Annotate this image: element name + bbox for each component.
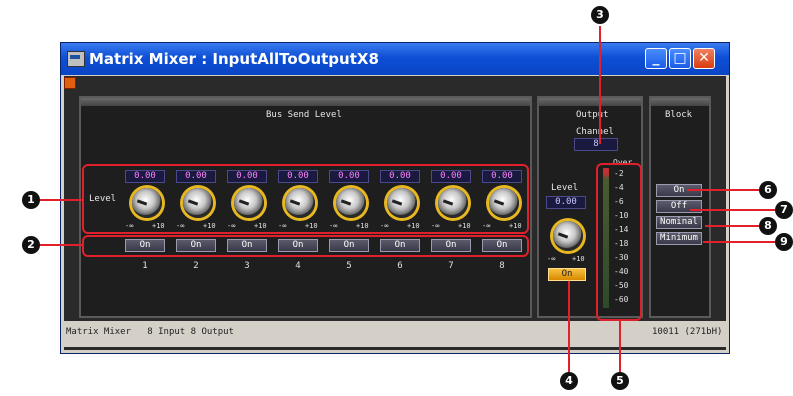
block-off-button[interactable]: Off — [656, 200, 702, 213]
status-text: Matrix Mixer 8 Input 8 Output — [66, 327, 234, 337]
panel-header — [539, 98, 641, 106]
status-address: 10011 (271bH) — [652, 327, 723, 337]
output-scale-min: -∞ — [547, 255, 556, 263]
bus-channel-number-2: 2 — [193, 261, 199, 271]
output-level-knob[interactable] — [553, 221, 583, 251]
output-level-label: Level — [551, 183, 579, 193]
callout-3: 3 — [591, 6, 609, 24]
callout-2: 2 — [22, 236, 40, 254]
title-bar[interactable]: Matrix Mixer : InputAllToOutputX8 _ □ ✕ — [61, 43, 729, 75]
channel-label: Channel — [576, 127, 614, 137]
maximize-button[interactable]: □ — [669, 48, 691, 69]
bus-channel-number-8: 8 — [499, 261, 505, 271]
panel-header — [81, 98, 530, 106]
callout-1: 1 — [22, 191, 40, 209]
callout-line-2 — [36, 244, 84, 246]
app-icon — [67, 51, 85, 67]
channel-value[interactable]: 8 — [574, 138, 618, 151]
callout-line-4 — [568, 281, 570, 376]
on-group-highlight — [82, 235, 529, 257]
bus-channel-number-6: 6 — [397, 261, 403, 271]
bus-channel-number-7: 7 — [448, 261, 454, 271]
callout-line-5 — [619, 321, 621, 376]
callout-line-7 — [690, 209, 780, 211]
block-nominal-button[interactable]: Nominal — [656, 216, 702, 229]
output-title: Output — [576, 110, 609, 120]
close-button[interactable]: ✕ — [693, 48, 715, 69]
bus-channel-number-3: 3 — [244, 261, 250, 271]
power-icon[interactable] — [64, 77, 76, 89]
callout-line-9 — [703, 241, 781, 243]
minimize-button[interactable]: _ — [645, 48, 667, 69]
output-on-button[interactable]: On — [548, 268, 586, 281]
output-level-value[interactable]: 0.00 — [546, 196, 586, 209]
callout-9: 9 — [775, 233, 793, 251]
callout-line-8 — [705, 225, 767, 227]
bus-channel-number-4: 4 — [295, 261, 301, 271]
callout-4: 4 — [560, 372, 578, 390]
block-title: Block — [665, 110, 693, 120]
window-title: Matrix Mixer : InputAllToOutputX8 — [89, 50, 379, 68]
level-group-highlight — [82, 164, 529, 234]
bus-send-title: Bus Send Level — [266, 110, 342, 120]
callout-6: 6 — [759, 181, 777, 199]
callout-line-1 — [36, 199, 84, 201]
output-scale-max: +10 — [572, 255, 585, 263]
callout-line-6 — [687, 189, 767, 191]
meter-highlight — [596, 163, 642, 321]
callout-line-3 — [599, 26, 601, 144]
panel-header — [651, 98, 709, 106]
callout-7: 7 — [775, 201, 793, 219]
bus-channel-number-5: 5 — [346, 261, 352, 271]
callout-5: 5 — [611, 372, 629, 390]
callout-8: 8 — [759, 217, 777, 235]
bus-channel-number-1: 1 — [142, 261, 148, 271]
block-minimum-button[interactable]: Minimum — [656, 232, 702, 245]
